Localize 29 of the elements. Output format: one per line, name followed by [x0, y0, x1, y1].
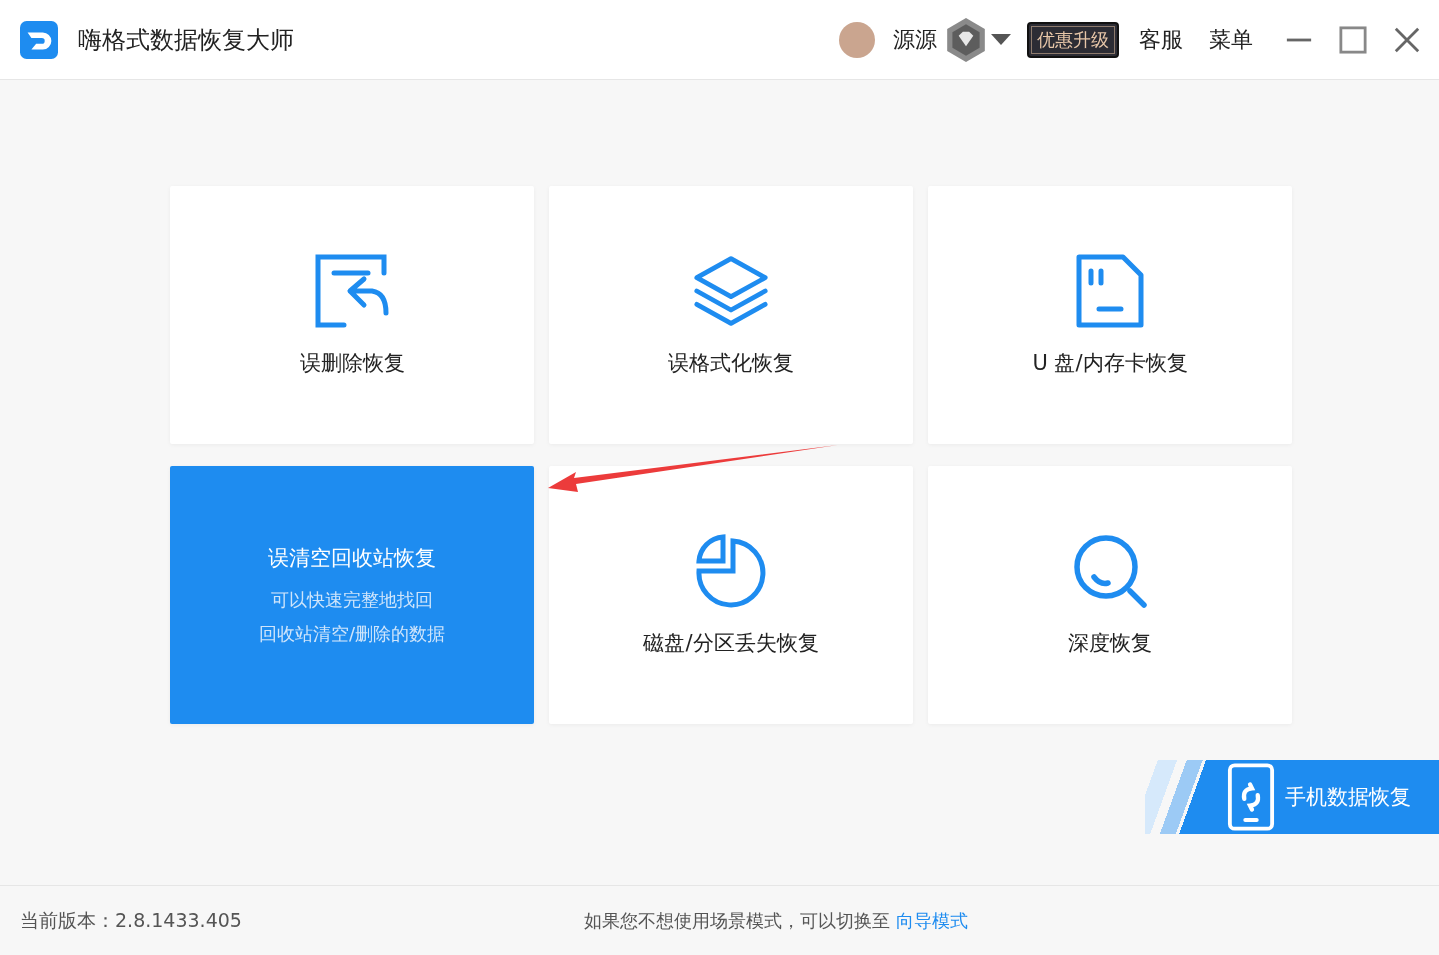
card-title: 磁盘/分区丢失恢复 [643, 630, 819, 657]
card-title: 误清空回收站恢复 [268, 545, 436, 572]
recovery-option-card[interactable]: U 盘/内存卡恢复 [928, 186, 1292, 444]
mode-hint-text: 如果您不想使用场景模式，可以切换至 [584, 908, 890, 933]
upgrade-button[interactable]: 优惠升级 [1027, 21, 1119, 58]
card-description: 可以快速完整地找回 [271, 588, 433, 612]
username[interactable]: 源源 [893, 24, 937, 55]
recovery-option-card[interactable]: 误删除恢复 [170, 186, 534, 444]
recovery-option-card[interactable]: 磁盘/分区丢失恢复 [549, 466, 913, 724]
close-icon[interactable] [1393, 25, 1421, 54]
maximize-icon[interactable] [1339, 25, 1367, 54]
document-return-icon [314, 253, 390, 329]
layers-icon [693, 253, 769, 329]
window-title: 嗨格式数据恢复大师 [78, 24, 294, 56]
app-logo-icon [20, 20, 58, 59]
phone-sync-icon [1227, 762, 1275, 832]
caret-icon[interactable] [991, 33, 1011, 46]
version-text: 当前版本：2.8.1433.405 [20, 907, 243, 933]
diamond-badge-icon [945, 16, 987, 63]
recovery-option-card[interactable]: 深度恢复 [928, 466, 1292, 724]
service-button[interactable]: 客服 [1133, 24, 1189, 55]
card-title: 深度恢复 [1068, 630, 1152, 657]
card-title: U 盘/内存卡恢复 [1032, 350, 1188, 377]
card-title: 误格式化恢复 [668, 350, 794, 377]
card-title: 误删除恢复 [299, 350, 405, 377]
menu-button[interactable]: 菜单 [1203, 24, 1259, 55]
card-description: 回收站清空/删除的数据 [258, 622, 446, 646]
recovery-option-card[interactable]: 误格式化恢复 [549, 186, 913, 444]
search-icon [1072, 533, 1148, 609]
